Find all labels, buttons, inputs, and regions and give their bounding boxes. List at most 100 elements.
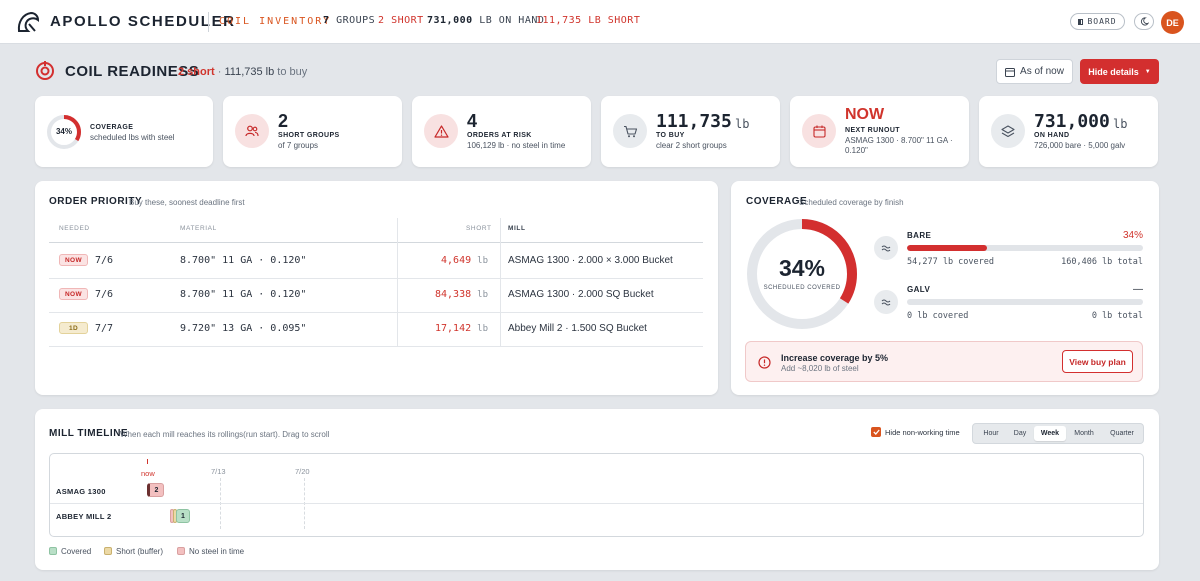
orders-at-risk-value: 4 (467, 111, 478, 131)
bare-total: 160,406 lb total (1061, 257, 1143, 267)
col-short: SHORT (466, 225, 492, 232)
mill-timeline-subtitle: When each mill reaches its rollings(run … (120, 430, 330, 439)
range-hour[interactable]: Hour (976, 426, 1006, 441)
kpi-on-hand: 731,000 lb ON HAND 726,000 bare · 5,000 … (979, 96, 1158, 167)
short-count: 2 (378, 15, 385, 26)
range-month[interactable]: Month (1066, 426, 1102, 441)
coverage-subtitle: Scheduled coverage by finish (799, 198, 904, 207)
as-of-button[interactable]: As of now (996, 59, 1073, 84)
legend-short: Short (buffer) (116, 547, 163, 556)
view-buy-plan-button[interactable]: View buy plan (1062, 350, 1133, 373)
legend-swatch-short (104, 547, 112, 555)
kpi-orders-at-risk: 4 ORDERS AT RISK 106,129 lb · no steel i… (412, 96, 591, 167)
board-button[interactable]: BOARD (1070, 13, 1125, 30)
mill-cell: ASMAG 1300 · 2.000 SQ Bucket (508, 289, 654, 300)
now-label: now (141, 469, 155, 478)
groups-count: 7 (323, 15, 330, 26)
groups-stat: 7 GROUPS (323, 15, 375, 26)
needed-date: 7/6 (95, 289, 114, 300)
material-cell: 9.720" 13 GA · 0.095" (180, 323, 307, 334)
kpi-next-runout: NOW NEXT RUNOUT ASMAG 1300 · 8.700" 11 G… (790, 96, 969, 167)
section-label: COIL INVENTORY (219, 16, 332, 27)
short-summary: 2 short (178, 66, 215, 78)
calendar-alert-icon (802, 114, 836, 148)
timeline-chart[interactable] (49, 453, 1144, 537)
on-hand-value: 731,000 (1034, 111, 1110, 132)
to-buy-text: to buy (277, 66, 308, 78)
donut-label: SCHEDULED COVERED (763, 285, 841, 291)
range-week[interactable]: Week (1034, 426, 1066, 441)
galv-covered: 0 lb covered (907, 311, 969, 321)
mill-run-bar[interactable]: 1 (176, 509, 190, 523)
coverage-alert: Increase coverage by 5% Add ~8,020 lb of… (745, 341, 1143, 382)
bare-label: BARE (907, 231, 932, 240)
onhand-count: 731,000 (427, 15, 473, 26)
apollo-logo-icon (17, 11, 40, 32)
short-amount: 4,649 (441, 255, 472, 266)
galv-label: GALV (907, 285, 931, 294)
material-cell: 8.700" 11 GA · 0.120" (180, 289, 307, 300)
top-bar: APOLLO SCHEDULER COIL INVENTORY 7 GROUPS… (0, 0, 1200, 44)
hide-nonworking-label[interactable]: Hide non-working time (885, 428, 960, 437)
range-day[interactable]: Day (1006, 426, 1034, 441)
col-mill: MILL (508, 225, 526, 232)
hide-details-button[interactable]: Hide details ▼ (1080, 59, 1159, 84)
summary-separator: · (217, 66, 222, 78)
alert-title: Increase coverage by 5% (781, 353, 889, 363)
needed-date: 7/7 (95, 323, 114, 334)
mill-label: ASMAG 1300 (56, 487, 106, 496)
short-amount: 84,338 (435, 289, 472, 300)
short-unit: lb (477, 324, 488, 334)
orders-at-risk-sub: 106,129 lb · no steel in time (467, 141, 566, 150)
kpi-coverage: 34% COVERAGE scheduled lbs with steel (35, 96, 213, 167)
short-label: SHORT (391, 15, 424, 26)
mill-cell: Abbey Mill 2 · 1.500 SQ Bucket (508, 323, 647, 334)
table-column-divider (500, 218, 501, 346)
theme-toggle-button[interactable] (1134, 13, 1154, 30)
range-quarter[interactable]: Quarter (1102, 426, 1142, 441)
mill-cell: ASMAG 1300 · 2.000 × 3.000 Bucket (508, 255, 673, 266)
tick-label: 7/13 (211, 467, 226, 476)
urgency-chip: 1D (59, 322, 88, 334)
short-unit: lb (477, 290, 488, 300)
kpi-to-buy: 111,735 lb TO BUY clear 2 short groups (601, 96, 780, 167)
users-icon (235, 114, 269, 148)
row-divider (49, 278, 703, 279)
target-icon (36, 61, 54, 80)
short-groups-label: SHORT GROUPS (278, 132, 340, 139)
on-hand-label: ON HAND (1034, 132, 1070, 139)
now-marker (147, 459, 148, 464)
galv-pct: — (1133, 284, 1143, 295)
legend-swatch-nosteel (177, 547, 185, 555)
bare-wave-icon (874, 236, 898, 260)
info-alert-icon (758, 356, 771, 369)
warning-icon (424, 114, 458, 148)
user-avatar[interactable]: DE (1161, 11, 1184, 34)
table-column-divider (397, 218, 398, 346)
urgency-chip: NOW (59, 254, 88, 266)
range-selector: Hour Day Week Month Quarter (972, 423, 1144, 444)
mill-run-bar[interactable]: 2 (147, 483, 164, 497)
onhand-stat: 731,000 LB ON HAND (427, 15, 544, 26)
galv-total: 0 lb total (1091, 311, 1143, 321)
tick-label: 7/20 (295, 467, 310, 476)
order-priority-panel (35, 181, 718, 395)
bare-progress-fill (907, 245, 988, 251)
cart-icon (613, 114, 647, 148)
kpi-short-groups: 2 SHORT GROUPS of 7 groups (223, 96, 402, 167)
on-hand-unit: lb (1113, 117, 1128, 131)
layers-icon (991, 114, 1025, 148)
hide-nonworking-checkbox[interactable] (871, 427, 881, 437)
coverage-label: COVERAGE (90, 124, 134, 131)
hide-details-label: Hide details (1088, 66, 1139, 77)
as-of-label: As of now (1020, 66, 1064, 77)
lane-divider (50, 503, 1143, 504)
shortlb-label: LB SHORT (588, 15, 641, 26)
galv-progress-bar (907, 299, 1143, 305)
mill-label: ABBEY MILL 2 (56, 512, 112, 521)
row-divider (49, 312, 703, 313)
urgency-chip: NOW (59, 288, 88, 300)
on-hand-sub: 726,000 bare · 5,000 galv (1034, 141, 1126, 150)
next-runout-label: NEXT RUNOUT (845, 127, 900, 134)
onhand-label: LB ON HAND (479, 15, 545, 26)
